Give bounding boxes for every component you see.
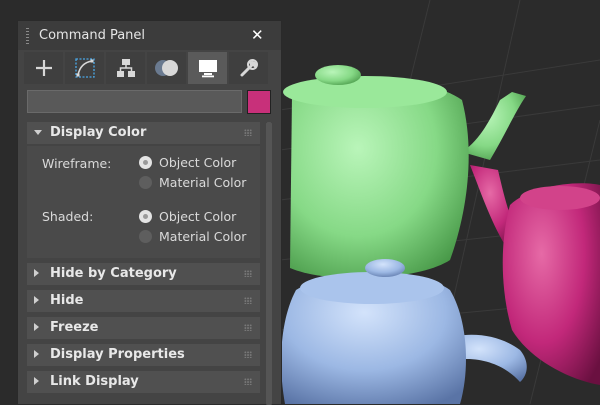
shaded-object-color-label[interactable]: Object Color [159, 209, 236, 224]
tab-modify[interactable] [65, 52, 104, 84]
tab-utilities[interactable] [229, 52, 268, 84]
rollout-hide-by-category[interactable]: Hide by Category [27, 263, 260, 285]
wireframe-object-color-radio[interactable] [139, 156, 152, 169]
shaded-label: Shaded: [42, 209, 94, 224]
tab-hierarchy[interactable] [106, 52, 145, 84]
panel-title: Command Panel [39, 28, 146, 43]
hierarchy-icon [116, 59, 135, 77]
rollout-label: Hide by Category [50, 266, 177, 281]
wireframe-object-color-label[interactable]: Object Color [159, 155, 236, 170]
rollout-display-properties[interactable]: Display Properties [27, 344, 260, 366]
object-color-swatch[interactable] [247, 90, 271, 114]
drag-handle-icon[interactable] [244, 324, 252, 331]
chevron-right-icon [34, 323, 39, 331]
object-name-field[interactable] [27, 90, 242, 113]
rollout-label: Display Properties [50, 347, 185, 362]
shaded-object-color-radio[interactable] [139, 210, 152, 223]
rollout-label: Freeze [50, 320, 99, 335]
tab-motion[interactable] [147, 52, 186, 84]
wireframe-label: Wireframe: [42, 156, 112, 171]
drag-handle-icon[interactable] [244, 351, 252, 358]
drag-grip-icon[interactable] [26, 28, 29, 44]
tab-display[interactable] [188, 52, 227, 84]
rollout-freeze[interactable]: Freeze [27, 317, 260, 339]
blue-teapot[interactable] [281, 259, 527, 404]
chevron-down-icon [34, 130, 42, 135]
wireframe-material-color-label[interactable]: Material Color [159, 175, 246, 190]
shaded-material-color-radio[interactable] [139, 230, 152, 243]
drag-handle-icon[interactable] [244, 297, 252, 304]
rollout-label: Hide [50, 293, 84, 308]
panel-titlebar[interactable]: Command Panel ✕ [18, 21, 281, 50]
command-panel: Command Panel ✕ Display Color Wireframe:… [17, 20, 282, 405]
panel-scrollbar[interactable] [266, 122, 272, 405]
chevron-right-icon [34, 269, 39, 277]
tab-create[interactable] [24, 52, 63, 84]
panel-tabs [24, 52, 275, 84]
utilities-icon [240, 59, 258, 77]
rollout-link-display[interactable]: Link Display [27, 371, 260, 393]
wireframe-material-color-radio[interactable] [139, 176, 152, 189]
chevron-right-icon [34, 350, 39, 358]
rollout-hide[interactable]: Hide [27, 290, 260, 312]
rollout-display-color[interactable]: Display Color [27, 122, 260, 144]
display-color-body: Wireframe: Object Color Material Color S… [27, 146, 260, 258]
close-button[interactable]: ✕ [251, 26, 264, 44]
chevron-right-icon [34, 377, 39, 385]
display-icon [198, 60, 217, 78]
drag-handle-icon[interactable] [244, 129, 252, 136]
rollout-label: Link Display [50, 374, 139, 389]
motion-icon [154, 60, 178, 76]
drag-handle-icon[interactable] [244, 270, 252, 277]
chevron-right-icon [34, 296, 39, 304]
modify-icon [74, 58, 95, 78]
shaded-material-color-label[interactable]: Material Color [159, 229, 246, 244]
drag-handle-icon[interactable] [244, 378, 252, 385]
rollout-label: Display Color [50, 125, 147, 140]
scrollbar-thumb[interactable] [266, 122, 272, 405]
create-icon [35, 60, 52, 76]
